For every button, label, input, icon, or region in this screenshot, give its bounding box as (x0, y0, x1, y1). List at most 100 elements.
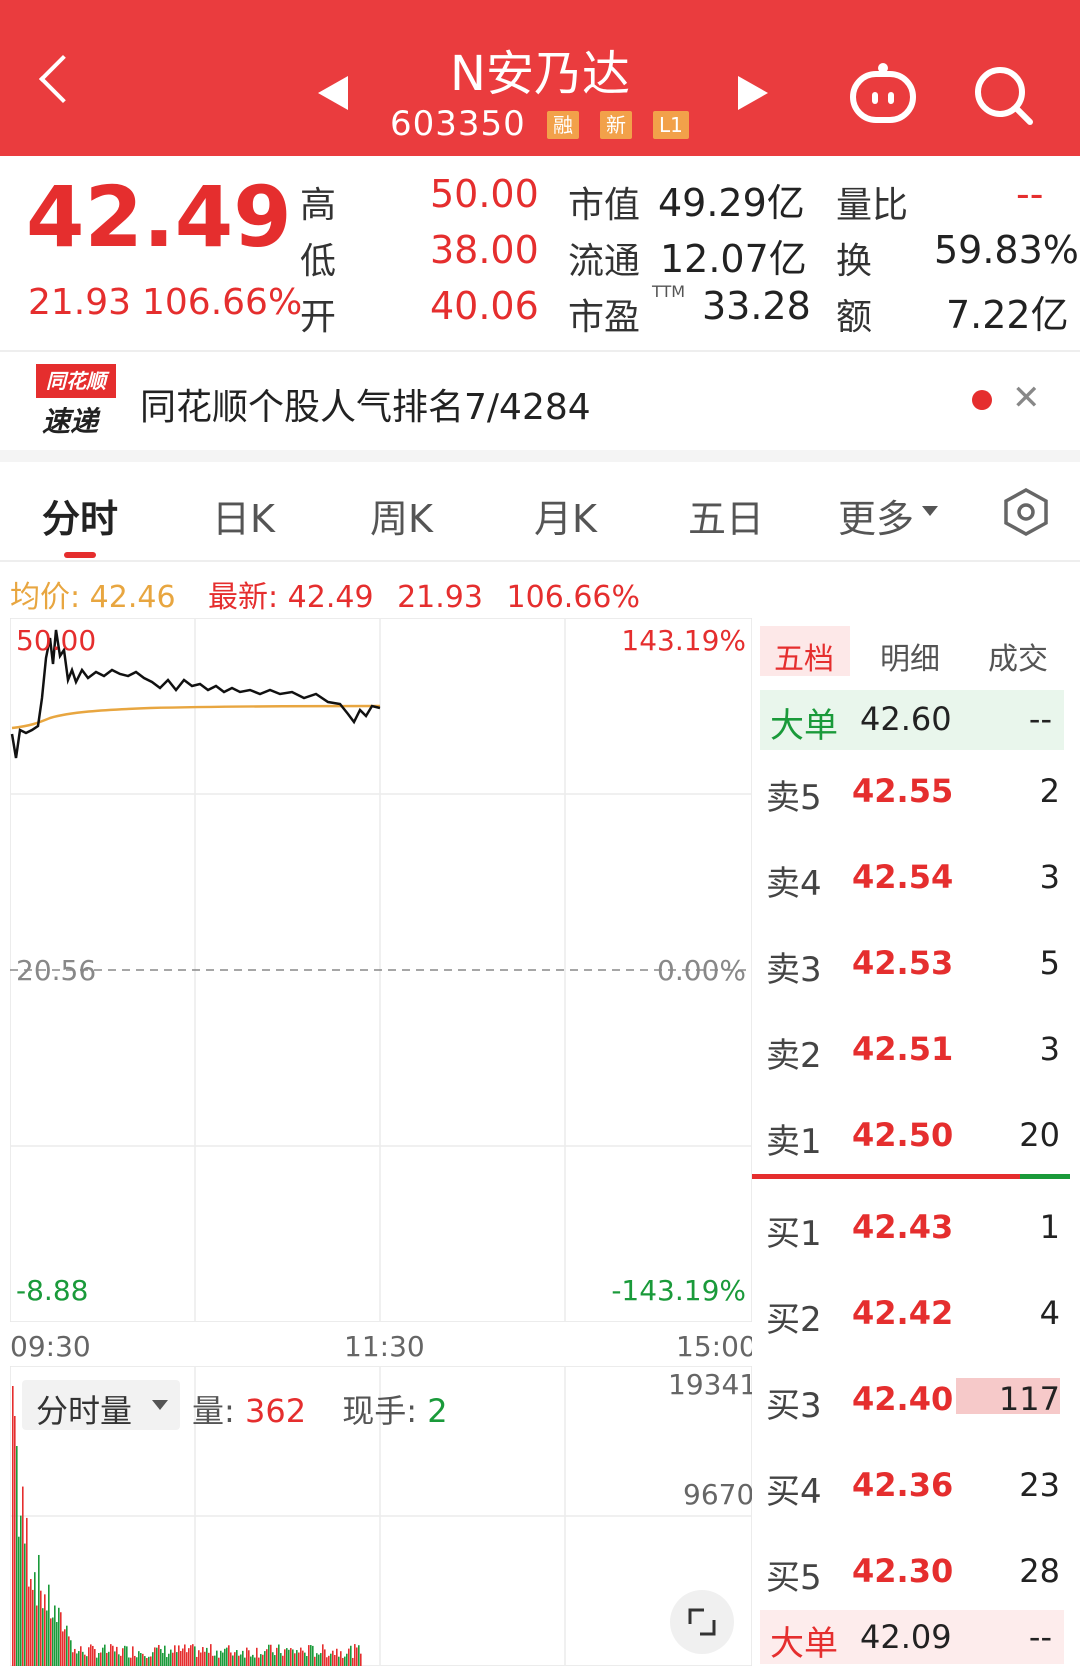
chevron-down-icon (152, 1400, 168, 1410)
active-tab-indicator (64, 552, 96, 558)
big-buy-price: 42.09 (860, 1618, 952, 1656)
volume-bar (96, 1657, 98, 1666)
volume-bar (198, 1650, 200, 1666)
stock-title: N安乃达 (450, 46, 630, 102)
volume-bar (350, 1645, 352, 1666)
fullscreen-button[interactable] (670, 1590, 734, 1654)
volume-bar (206, 1647, 208, 1666)
volume-bar (144, 1656, 146, 1666)
time-mid-label: 11:30 (344, 1330, 425, 1363)
volume-bar (60, 1612, 62, 1666)
ask-volume: 5 (1039, 944, 1060, 982)
tab-five-day[interactable]: 五日 (688, 488, 764, 543)
volume-bar (100, 1652, 102, 1666)
volume-bar (222, 1652, 224, 1666)
volume-bar (194, 1646, 196, 1666)
tab-trades[interactable]: 成交 (988, 634, 1048, 678)
volume-bar (352, 1657, 354, 1666)
bid-row-4[interactable]: 买4 42.36 23 (760, 1456, 1060, 1526)
volume-bar (126, 1646, 128, 1666)
volume-bar (110, 1644, 112, 1666)
volume-bar (292, 1649, 294, 1666)
volume-bar (254, 1657, 256, 1666)
float-label: 流通 (568, 241, 641, 282)
ask-row-2[interactable]: 卖2 42.51 3 (760, 1020, 1060, 1090)
ask-row-5[interactable]: 卖5 42.55 2 (760, 762, 1060, 832)
bid-row-2[interactable]: 买2 42.42 4 (760, 1284, 1060, 1354)
volume-bar (140, 1653, 142, 1666)
volume-bar (150, 1656, 152, 1666)
volume-type-label: 分时量 (36, 1392, 133, 1430)
tab-more[interactable]: 更多 (838, 488, 914, 543)
latest-change: 21.93 (397, 580, 483, 615)
volume-bar (68, 1636, 70, 1666)
big-buy-label: 大单 (770, 1624, 838, 1664)
volume-bar (220, 1650, 222, 1666)
logo-bottom-text: 速递 (42, 405, 99, 438)
volume-bar (216, 1650, 218, 1666)
volume-bar (212, 1655, 214, 1666)
tab-five-level[interactable]: 五档 (760, 626, 850, 677)
settings-icon[interactable] (1000, 486, 1052, 538)
volume-bar (286, 1648, 288, 1666)
volume-bar (70, 1640, 72, 1666)
pct-axis-mid-label: 0.00% (657, 954, 746, 987)
volume-bar (22, 1486, 24, 1666)
robot-icon[interactable] (848, 62, 918, 126)
tab-weekly-k[interactable]: 周K (370, 488, 433, 543)
chevron-down-icon (922, 506, 938, 516)
volume-bar (134, 1655, 136, 1666)
open-value: 40.06 (430, 284, 539, 328)
tab-detail[interactable]: 明细 (880, 634, 940, 678)
volume-bar (74, 1648, 76, 1666)
bid-row-3[interactable]: 买3 42.40 117 (760, 1370, 1060, 1440)
low-value: 38.00 (430, 228, 539, 272)
tab-monthly-k[interactable]: 月K (534, 488, 597, 543)
volume-bar (104, 1644, 106, 1666)
big-buy-vol: -- (1028, 1618, 1052, 1656)
bid-row-5[interactable]: 买5 42.30 28 (760, 1542, 1060, 1612)
volume-bar (192, 1644, 194, 1666)
volume-bar (356, 1647, 358, 1666)
bid-row-1[interactable]: 买1 42.43 1 (760, 1198, 1060, 1268)
bid-price: 42.40 (852, 1380, 954, 1418)
tab-intraday[interactable]: 分时 (42, 488, 118, 543)
hand-label: 现手: (342, 1392, 418, 1430)
bid-price: 42.30 (852, 1552, 954, 1590)
volume-bar (298, 1652, 300, 1666)
volume-bar (274, 1655, 276, 1666)
volume-bar (308, 1645, 310, 1666)
intraday-price-chart[interactable]: 50.00 20.56 -8.88 143.19% 0.00% -143.19% (10, 618, 752, 1322)
time-start-label: 09:30 (10, 1330, 91, 1363)
last-price: 42.49 (26, 168, 292, 266)
expand-icon (688, 1608, 716, 1636)
level-tag: L1 (653, 111, 689, 139)
big-sell-row: 大单 42.60 -- (760, 690, 1064, 750)
ask-row-1[interactable]: 卖1 42.50 20 (760, 1106, 1060, 1176)
pct-axis-top-label: 143.19% (621, 624, 746, 657)
volume-bar (210, 1644, 212, 1666)
volume-bar (152, 1652, 154, 1666)
logo-top-text: 同花顺 (36, 364, 116, 398)
volume-bar (252, 1654, 254, 1666)
ask-price: 42.53 (852, 944, 954, 982)
big-sell-vol: -- (1028, 700, 1052, 738)
next-stock-icon[interactable] (738, 76, 768, 110)
big-buy-row: 大单 42.09 -- (760, 1610, 1064, 1664)
ask-price: 42.55 (852, 772, 954, 810)
ask-row-4[interactable]: 卖4 42.54 3 (760, 848, 1060, 918)
close-icon[interactable]: ✕ (1012, 378, 1041, 418)
volume-bar (92, 1645, 94, 1666)
volume-type-dropdown[interactable]: 分时量 (22, 1380, 180, 1430)
tab-daily-k[interactable]: 日K (212, 488, 275, 543)
banner-text[interactable]: 同花顺个股人气排名7/4284 (140, 378, 591, 430)
volume-bar (296, 1650, 298, 1666)
volume-bar (56, 1622, 58, 1666)
volume-value: 362 (244, 1392, 307, 1430)
search-icon[interactable] (972, 64, 1036, 128)
volume-bar (276, 1647, 278, 1666)
volume-bar (158, 1644, 160, 1666)
volume-bar (304, 1652, 306, 1666)
volume-bar (44, 1594, 46, 1666)
ask-row-3[interactable]: 卖3 42.53 5 (760, 934, 1060, 1004)
